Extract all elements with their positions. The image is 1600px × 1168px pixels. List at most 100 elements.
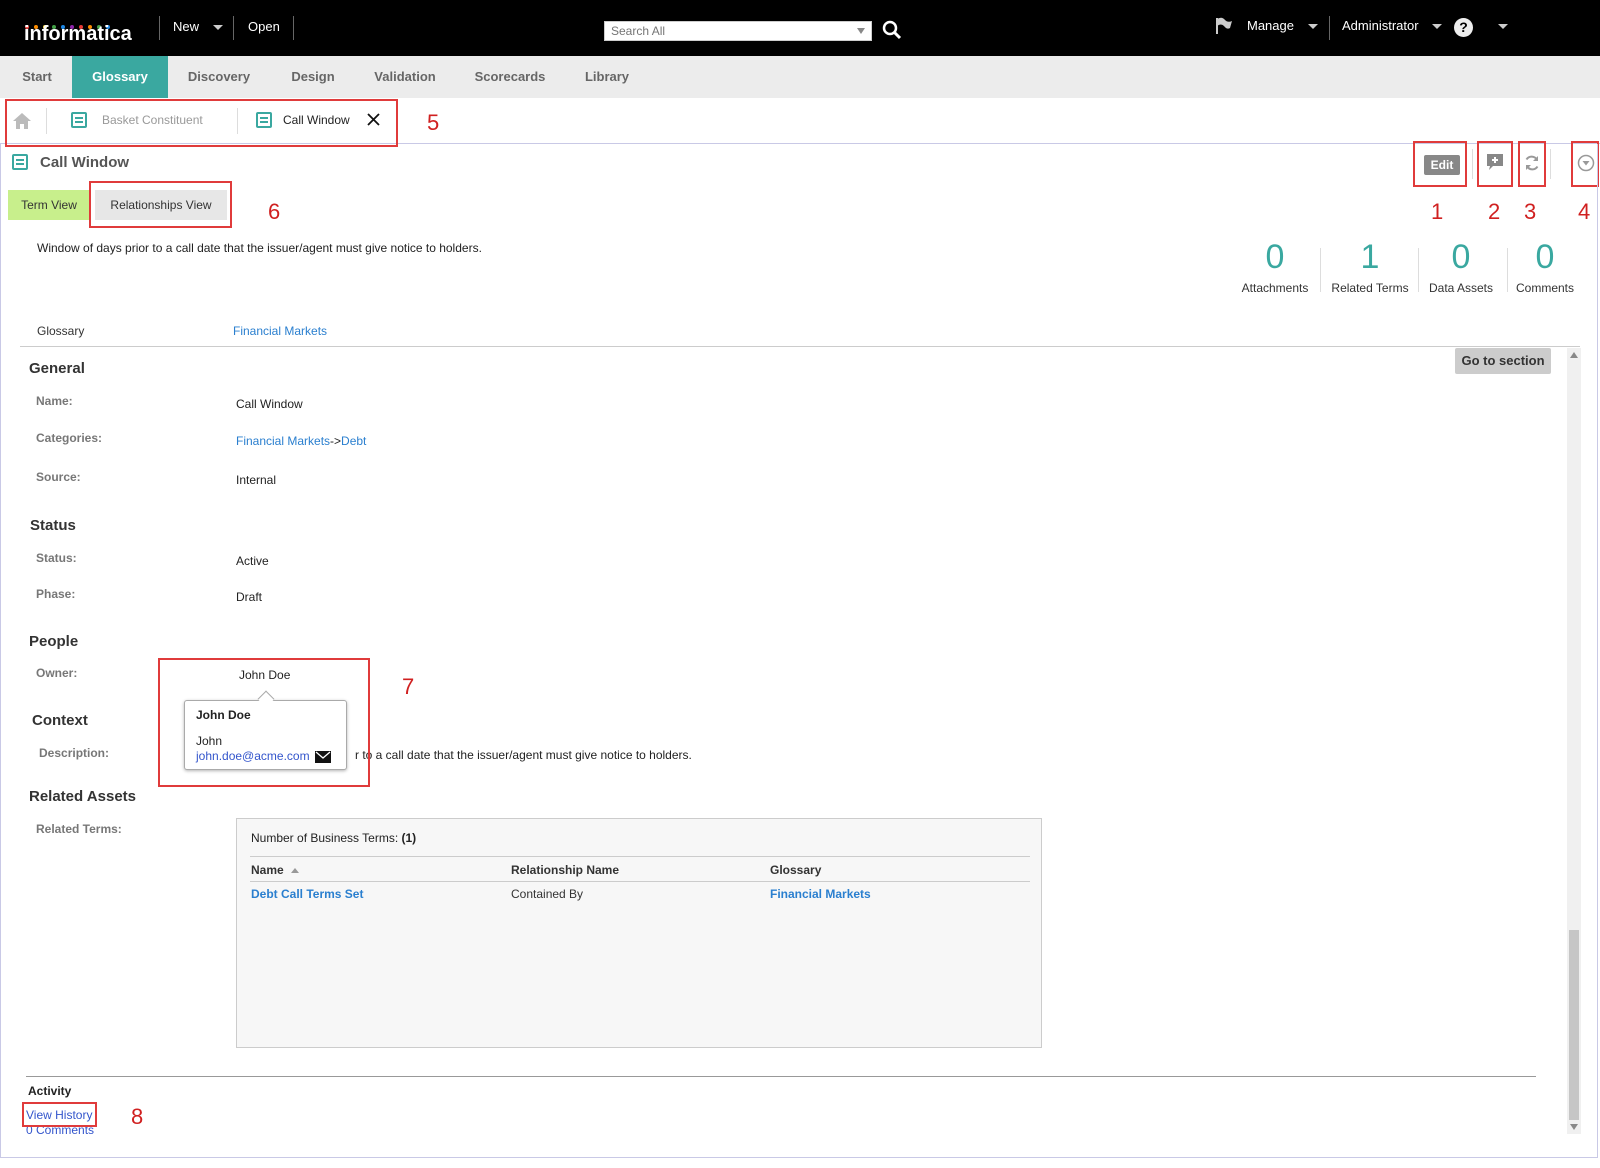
categories-label: Categories: [36,431,103,445]
search-dropdown-icon[interactable] [857,28,865,34]
divider [1472,149,1473,179]
column-header-name-label: Name [251,863,284,877]
search-icon[interactable] [882,20,902,40]
page-border [0,144,1,1158]
divider [26,1076,1536,1077]
category-link-financial-markets[interactable]: Financial Markets [236,434,330,448]
related-assets-heading: Related Assets [29,788,136,805]
page-title: Call Window [40,154,130,171]
status-label: Status: [36,551,77,565]
tab-scorecards[interactable]: Scorecards [468,56,552,98]
sort-ascending-icon [291,868,300,874]
column-header-relationship[interactable]: Relationship Name [511,863,619,877]
related-terms-field-label: Related Terms: [36,822,122,836]
glossary-value-link[interactable]: Financial Markets [770,887,871,901]
flag-icon[interactable] [1214,16,1234,36]
business-terms-count-label: Number of Business Terms: [251,831,399,845]
page-border [0,1157,1598,1158]
tab-design[interactable]: Design [284,56,342,98]
attachments-label: Attachments [1241,281,1309,295]
search-box [604,21,872,41]
divider [250,856,1030,857]
status-value: Active [236,554,269,568]
scrollbar-thumb[interactable] [1569,930,1579,1120]
annotation-box-3 [1518,141,1546,187]
related-term-link[interactable]: Debt Call Terms Set [251,887,363,901]
search-input[interactable] [605,22,845,40]
tab-discovery[interactable]: Discovery [180,56,258,98]
scroll-down-icon[interactable] [1570,1124,1578,1130]
chevron-down-icon [1432,24,1443,30]
comments-count[interactable]: 0 [1500,238,1590,277]
glossary-link[interactable]: Financial Markets [233,324,327,338]
help-icon[interactable]: ? [1454,18,1473,37]
attachments-count[interactable]: 0 [1230,238,1320,277]
new-label: New [173,19,200,34]
table-row[interactable]: Debt Call Terms Set Contained By Financi… [237,887,1037,907]
owner-label: Owner: [36,666,78,680]
administrator-menu[interactable]: Administrator [1342,18,1443,33]
column-header-name[interactable]: Name [251,863,300,877]
tab-library[interactable]: Library [578,56,636,98]
chevron-down-icon[interactable] [1498,24,1508,29]
context-heading: Context [32,712,88,729]
activity-heading: Activity [28,1084,72,1098]
administrator-label: Administrator [1342,18,1419,33]
tab-validation[interactable]: Validation [368,56,442,98]
vertical-scrollbar[interactable] [1567,348,1581,1134]
annotation-number-4: 4 [1578,199,1591,224]
divider [1329,16,1330,40]
name-value: Call Window [236,397,303,411]
new-menu[interactable]: New [173,19,223,34]
business-terms-count-value: (1) [401,831,417,845]
page-border [1597,144,1598,1158]
category-separator: -> [330,434,342,448]
annotation-number-5: 5 [427,110,440,135]
annotation-box-2 [1477,141,1513,187]
annotation-box-1 [1413,141,1467,187]
related-terms-label: Related Terms [1331,281,1409,295]
status-heading: Status [30,517,76,534]
general-heading: General [29,360,85,377]
divider [233,16,234,40]
informatica-logo[interactable]: informatica [24,23,132,46]
annotation-box-5 [5,99,398,147]
go-to-section-button[interactable]: Go to section [1455,348,1551,374]
description-label: Description: [39,746,110,760]
annotation-number-1: 1 [1431,199,1444,224]
chevron-down-icon [1307,24,1318,30]
column-header-glossary[interactable]: Glossary [770,863,821,877]
divider [293,16,294,40]
comments-label: Comments [1515,281,1574,295]
scroll-up-icon[interactable] [1570,352,1578,358]
relationship-value: Contained By [511,887,584,901]
term-icon [12,154,28,170]
annotation-number-6: 6 [268,199,281,224]
annotation-box-7 [158,658,370,787]
annotation-number-8: 8 [131,1104,144,1129]
annotation-box-6 [89,181,232,228]
manage-menu[interactable]: Manage [1247,18,1318,33]
related-terms-table-panel: Number of Business Terms: (1) Name Relat… [236,818,1042,1048]
manage-label: Manage [1247,18,1294,33]
data-assets-count[interactable]: 0 [1416,238,1506,277]
tab-glossary[interactable]: Glossary [72,56,168,98]
business-terms-count: Number of Business Terms: (1) [251,831,416,845]
divider [159,16,160,40]
annotation-box-4 [1571,141,1599,187]
related-terms-count[interactable]: 1 [1325,238,1415,277]
term-description: Window of days prior to a call date that… [37,241,482,255]
divider [20,346,1580,347]
glossary-label: Glossary [37,324,85,338]
divider [1550,149,1551,179]
tab-start[interactable]: Start [14,56,60,98]
divider [250,881,1030,882]
chevron-down-icon [212,25,223,31]
phase-value: Draft [236,590,263,604]
annotation-number-2: 2 [1488,199,1501,224]
name-label: Name: [36,394,73,408]
annotation-number-3: 3 [1524,199,1537,224]
tab-term-view[interactable]: Term View [8,190,90,220]
open-button[interactable]: Open [248,19,280,34]
category-link-debt[interactable]: Debt [341,434,366,448]
